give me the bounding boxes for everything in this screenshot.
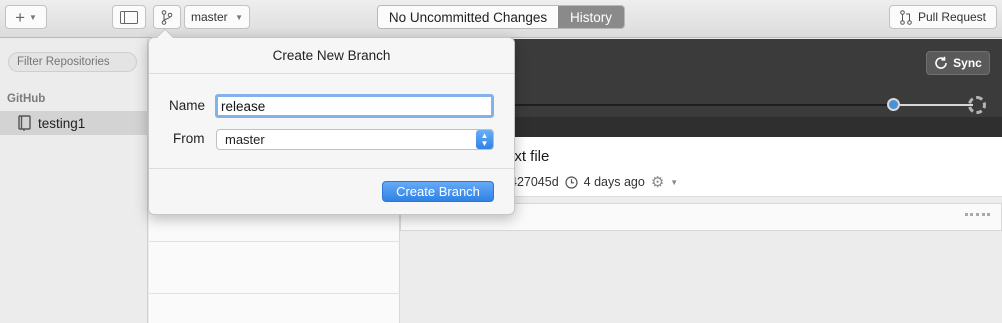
- divider: [149, 73, 514, 74]
- plus-icon: +: [15, 7, 25, 27]
- sidebar-section-github: GitHub: [7, 93, 46, 105]
- branch-name-input[interactable]: [215, 94, 494, 118]
- popover-title: Create New Branch: [272, 48, 391, 63]
- view-switcher: No Uncommitted Changes History: [377, 5, 625, 29]
- repo-label: testing1: [38, 115, 86, 131]
- repo-book-icon: [18, 115, 31, 131]
- sync-icon: [935, 56, 947, 69]
- commit-sha[interactable]: 427045d: [510, 175, 559, 189]
- list-item[interactable]: [149, 241, 400, 293]
- file-diffstat: [965, 213, 990, 216]
- create-branch-button[interactable]: Create Branch: [382, 181, 494, 202]
- chevron-down-icon[interactable]: ▼: [670, 178, 678, 187]
- toolbar: + ▼ master ▼ No Uncommitted Changes Hist…: [0, 0, 1002, 38]
- timeline-commit-dot[interactable]: [887, 98, 900, 111]
- branch-icon: [161, 9, 173, 25]
- filter-repositories-input[interactable]: [8, 52, 137, 72]
- list-item[interactable]: [149, 293, 400, 323]
- pull-request-label: Pull Request: [917, 10, 987, 24]
- gear-icon[interactable]: ⚙: [651, 173, 664, 191]
- sidebar: GitHub testing1: [0, 39, 148, 323]
- chevron-down-icon: ▼: [29, 12, 37, 22]
- select-arrows-icon[interactable]: ▲ ▼: [476, 130, 493, 149]
- branch-selector-label: master: [191, 10, 228, 24]
- toggle-sidebar-button[interactable]: [112, 5, 146, 29]
- from-branch-select[interactable]: master: [216, 129, 494, 150]
- commit-meta: 427045d 4 days ago ⚙ ▼: [510, 173, 678, 191]
- sync-label: Sync: [953, 56, 982, 70]
- timeline-uncommitted-ring[interactable]: [968, 96, 986, 114]
- sync-button[interactable]: Sync: [926, 51, 990, 75]
- sidebar-icon: [120, 10, 138, 24]
- divider: [149, 168, 514, 169]
- sidebar-item-testing1[interactable]: testing1: [0, 111, 148, 135]
- branch-selector[interactable]: master ▼: [184, 5, 250, 29]
- name-label: Name: [169, 98, 206, 113]
- tab-uncommitted-changes[interactable]: No Uncommitted Changes: [378, 6, 558, 28]
- pull-request-icon: [900, 9, 912, 25]
- timeline-line-current: [899, 104, 973, 106]
- commit-time: 4 days ago: [583, 175, 645, 189]
- from-label: From: [173, 131, 205, 146]
- tab-history[interactable]: History: [558, 6, 624, 28]
- chevron-down-icon: ▼: [235, 12, 243, 22]
- pull-request-button[interactable]: Pull Request: [889, 5, 997, 29]
- branch-button[interactable]: [153, 5, 181, 29]
- add-button[interactable]: + ▼: [5, 5, 47, 29]
- clock-icon: [565, 175, 578, 189]
